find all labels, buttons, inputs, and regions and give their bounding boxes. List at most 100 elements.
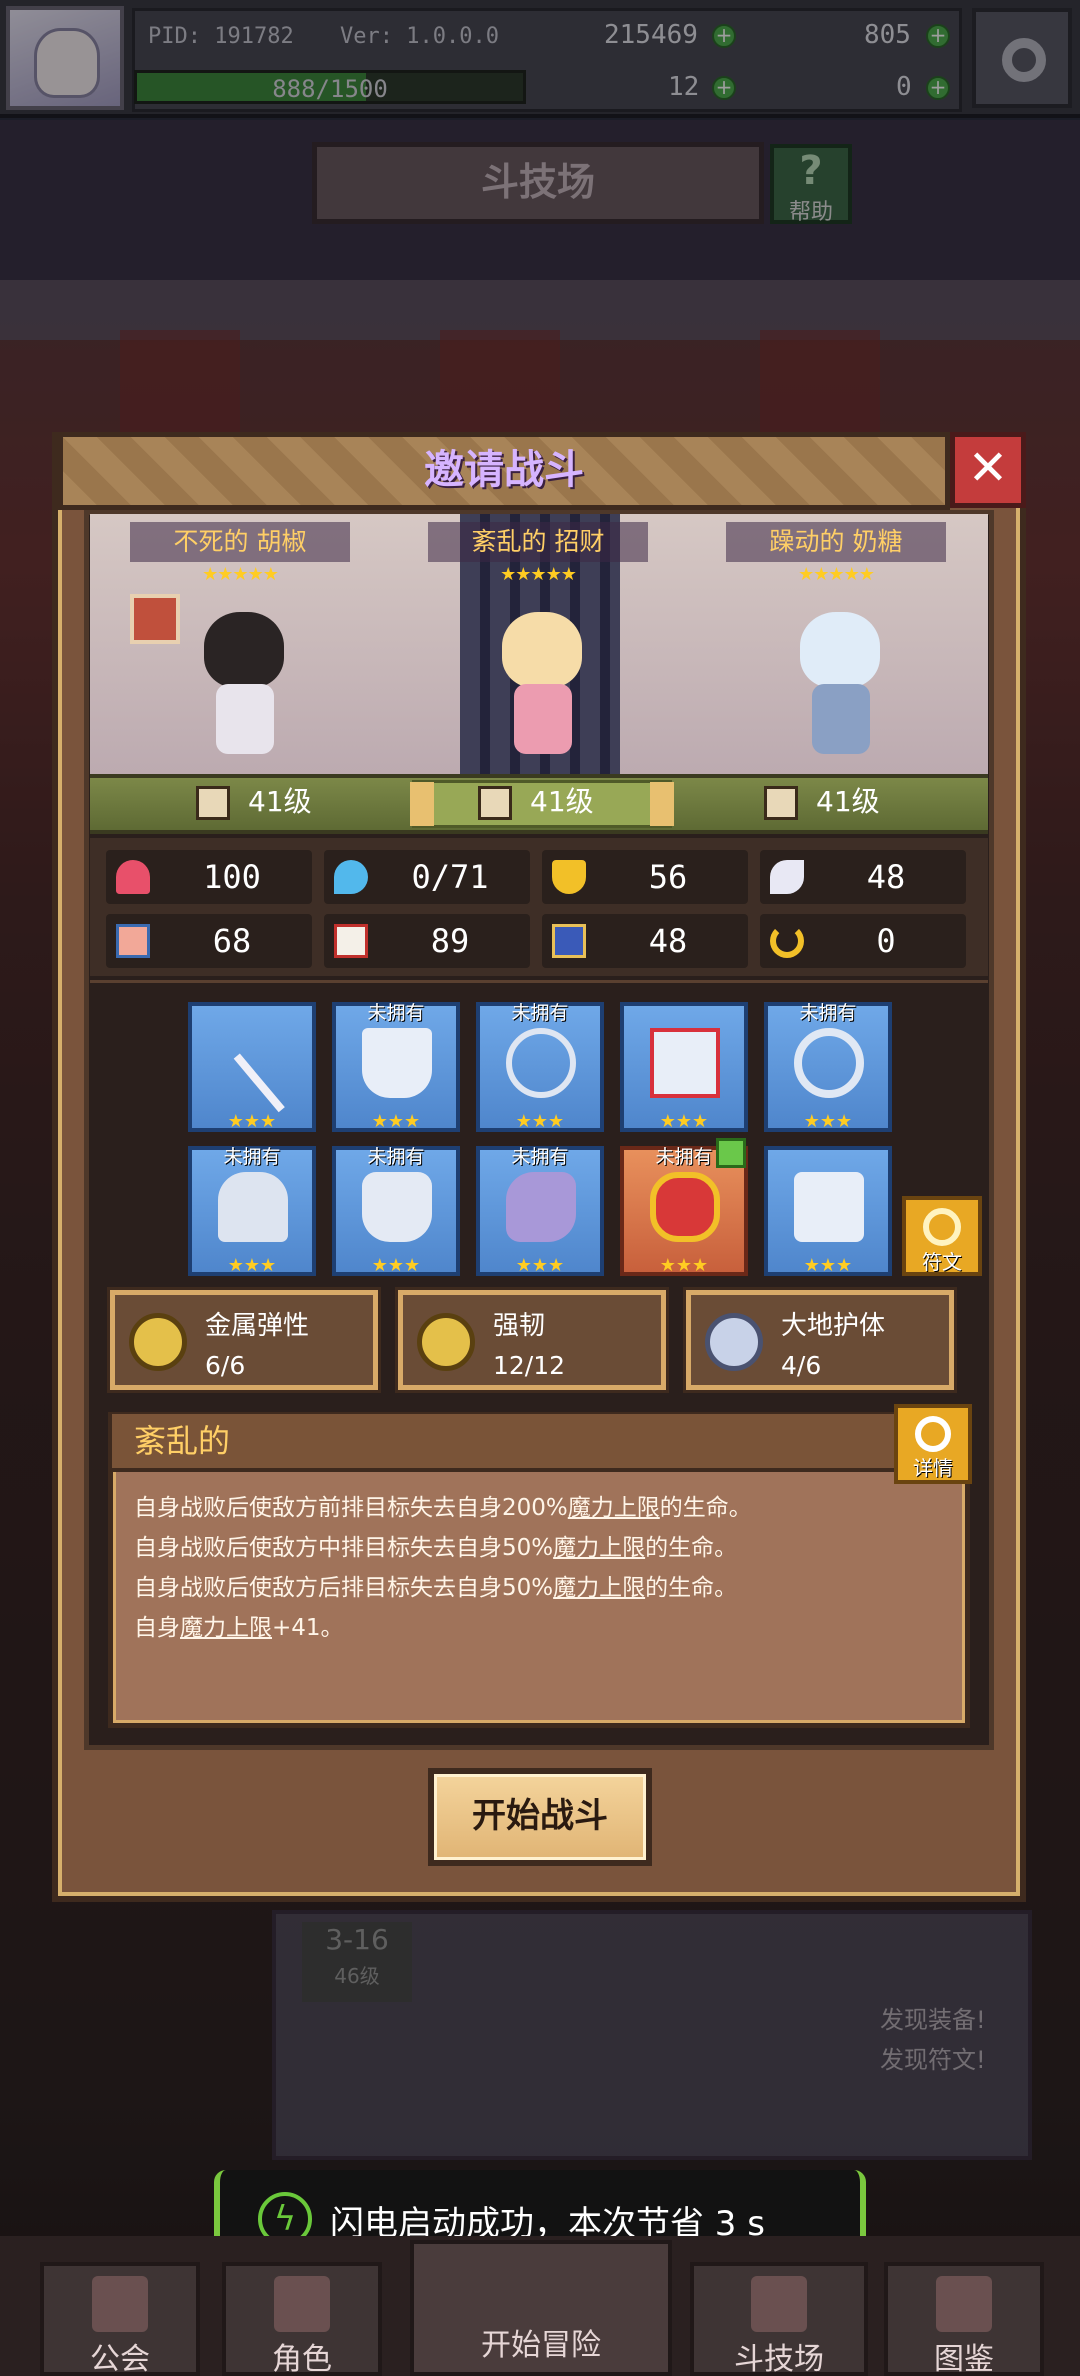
equip-stars: ★★★ [659,1111,709,1132]
chevron-right-icon [650,782,674,826]
equip-slot-greaves[interactable]: ★★★ [764,1146,892,1276]
greaves-icon [794,1172,864,1242]
equip-slot-staff[interactable]: ★★★ [188,1002,333,1132]
level-member-2: 41级 [478,780,594,824]
nav-label: 角色 [272,2342,332,2376]
nav-character[interactable]: 角色 [222,2262,382,2376]
nav-label: 开始冒险 [481,2328,601,2363]
trait-text: 自身战败后使敌方中排目标失去自身50% [134,1535,554,1561]
equip-slot-armor[interactable]: ★★★ [620,1002,748,1132]
equip-stars: ★★★ [515,1255,565,1276]
gold-helmet-icon [129,1313,187,1371]
nav-codex[interactable]: 图鉴 [884,2262,1044,2376]
trait-text: +41。 [272,1615,344,1641]
hero-sprite [190,604,300,764]
equip-slot-helmet[interactable]: 未拥有 ★★★ [188,1146,316,1276]
set-bonus-3[interactable]: 大地护体 4/6 [686,1290,954,1390]
max-mana-link[interactable]: 魔力上限 [568,1495,660,1521]
equip-slot-gauntlet[interactable]: 未拥有 ★★★ [476,1146,604,1276]
stat-value: 48 [648,922,688,960]
not-owned-label: 未拥有 [511,1002,569,1024]
max-mana-link[interactable]: 魔力上限 [180,1615,272,1641]
level-text: 41级 [530,785,594,818]
hero-name: 不死的 胡椒 [130,522,350,562]
hero-stars: ★★★★★ [202,564,279,585]
stat-mana: 0/71 [324,850,530,904]
equip-slot-shield[interactable]: 未拥有 ★★★ [332,1002,460,1132]
helmet-icon [218,1172,288,1242]
equip-stars: ★★★ [371,1111,421,1132]
stat-value: 0 [876,922,896,960]
shield-icon [552,860,586,894]
nav-label: 公会 [90,2342,150,2376]
stat-attack: 68 [106,914,312,968]
trait-text: 自身战败后使敌方后排目标失去自身50% [134,1575,554,1601]
not-owned-label: 未拥有 [799,1002,857,1024]
character-icon [274,2276,330,2332]
max-mana-link[interactable]: 魔力上限 [553,1535,645,1561]
rune-refresh-icon [923,1208,961,1246]
not-owned-label: 未拥有 [367,1146,425,1168]
set-name: 强韧 [493,1311,546,1341]
max-mana-link[interactable]: 魔力上限 [553,1575,645,1601]
fist-icon [116,924,150,958]
level-member-3: 41级 [764,780,880,824]
close-button[interactable]: ✕ [950,432,1026,508]
nav-guild[interactable]: 公会 [40,2262,200,2376]
hero-stars: ★★★★★ [500,564,577,585]
hero-stars: ★★★★★ [798,564,875,585]
chevron-left-icon [410,782,434,826]
nav-label: 图鉴 [934,2342,994,2376]
set-count: 12/12 [493,1351,566,1380]
set-bonus-1[interactable]: 金属弹性 6/6 [110,1290,378,1390]
equip-stars: ★★★ [803,1111,853,1132]
gauntlet-icon [506,1172,576,1242]
set-bonus-2[interactable]: 强韧 12/12 [398,1290,666,1390]
stat-luck: 0 [760,914,966,968]
stat-magic: 89 [324,914,530,968]
breastplate-icon [362,1172,432,1242]
set-name: 大地护体 [781,1311,886,1341]
equip-slot-breastplate[interactable]: 未拥有 ★★★ [332,1146,460,1276]
wing-icon [770,860,804,894]
equip-slot-necklace[interactable]: 未拥有 ★★★ [476,1002,604,1132]
dialog-title: 邀请战斗 [58,432,950,510]
hero-name: 躁动的 奶糖 [726,522,946,562]
heart-armor-icon [650,1028,720,1098]
silver-helmet-icon [705,1313,763,1371]
trait-text: 自身战败后使敌方前排目标失去自身200% [134,1495,568,1521]
shield-equip-icon [362,1028,432,1098]
trait-text: 的生命。 [659,1495,752,1521]
nav-adventure[interactable]: 开始冒险 [410,2240,672,2376]
stats-grid: 100 0/71 56 48 68 89 48 0 [90,838,988,976]
ring-icon [794,1028,864,1098]
detail-button[interactable]: 详情 [894,1404,972,1484]
team-member-2[interactable]: 紊乱的 招财 ★★★★★ [408,514,668,776]
codex-icon [936,2276,992,2332]
trait-line-4: 自身魔力上限+41。 [134,1608,954,1648]
not-owned-label: 未拥有 [511,1146,569,1168]
level-text: 41级 [248,785,312,818]
detail-label: 详情 [913,1456,953,1480]
trait-title: 紊乱的 [112,1414,896,1472]
stat-value: 68 [212,922,252,960]
stat-value: 100 [203,858,261,896]
equip-slot-ring[interactable]: 未拥有 ★★★ [764,1002,892,1132]
equip-stars: ★★★ [659,1255,709,1276]
team-member-3[interactable]: 躁动的 奶糖 ★★★★★ [706,514,966,776]
set-name: 金属弹性 [205,1311,310,1341]
scroll-icon [764,786,798,820]
team-member-1[interactable]: 不死的 胡椒 ★★★★★ [110,514,370,776]
stat-agility: 48 [542,914,748,968]
necklace-icon [506,1028,576,1098]
guild-icon [92,2276,148,2332]
stat-value: 48 [866,858,906,896]
trait-line-3: 自身战败后使敌方后排目标失去自身50%魔力上限的生命。 [134,1568,954,1608]
boots-icon [552,924,586,958]
equip-stars: ★★★ [803,1255,853,1276]
start-battle-button[interactable]: 开始战斗 [428,1768,652,1866]
hero-sprite [488,604,598,764]
equip-stars: ★★★ [227,1111,277,1132]
nav-arena[interactable]: 斗技场 [690,2262,868,2376]
rune-button[interactable]: 符文 [902,1196,982,1276]
